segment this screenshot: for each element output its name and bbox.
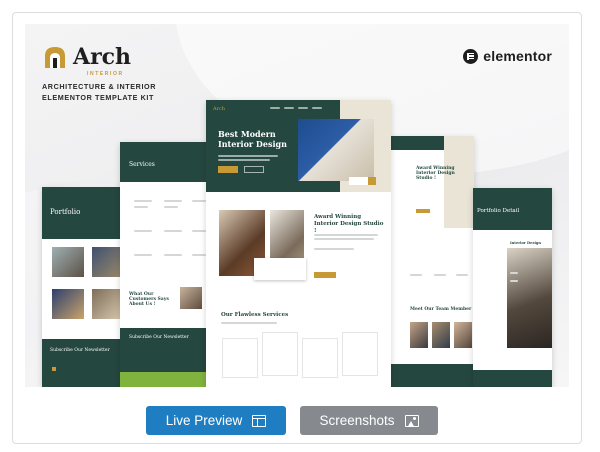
services-testimonial-title: What Our Customers Says About Us ! — [129, 292, 169, 307]
home-services-title: Our Flawless Services — [221, 312, 289, 318]
portfolio-page-screenshot: Portfolio Subscribe Our Newsletter — [42, 187, 124, 387]
layout-icon — [252, 414, 267, 427]
image-icon — [404, 414, 419, 427]
elementor-icon — [463, 48, 479, 64]
home-award-title: Award Winning Interior Design Studio ! — [314, 214, 384, 234]
about-team-title: Meet Our Team Member — [410, 307, 472, 312]
template-preview-banner[interactable]: Arch INTERIOR ARCHITECTURE & INTERIOR EL… — [25, 24, 569, 387]
brand-subname: INTERIOR — [87, 71, 124, 77]
services-newsletter: Subscribe Our Newsletter — [129, 335, 189, 340]
elementor-logo: elementor — [463, 48, 552, 64]
live-preview-label: Live Preview — [165, 413, 243, 428]
portfolio-newsletter: Subscribe Our Newsletter — [50, 348, 110, 353]
brand-tagline-line: ELEMENTOR TEMPLATE KIT — [42, 93, 154, 102]
brand-logo: Arch INTERIOR ARCHITECTURE & INTERIOR EL… — [42, 44, 156, 103]
portfolio-detail-title: Portfolio Detail — [477, 208, 520, 214]
brand-name: Arch — [73, 44, 132, 70]
portfolio-detail-screenshot: Portfolio Detail Interior Design Project… — [473, 188, 552, 387]
home-logo: Arch — [213, 106, 226, 112]
portfolio-page-title: Portfolio — [50, 208, 81, 216]
about-page-screenshot: Award Winning Interior Design Studio ! M… — [390, 136, 474, 387]
live-preview-button[interactable]: Live Preview — [146, 406, 286, 435]
about-page-title: Award Winning Interior Design Studio ! — [416, 166, 455, 181]
screenshots-button[interactable]: Screenshots — [300, 406, 438, 435]
arch-logo-icon — [42, 44, 69, 70]
brand-tagline: ARCHITECTURE & INTERIOR ELEMENTOR TEMPLA… — [42, 81, 156, 103]
elementor-wordmark: elementor — [483, 48, 552, 64]
home-hero-title: Best Modern Interior Design — [218, 129, 287, 149]
home-page-screenshot: Arch Best Modern Interior Design Award W… — [206, 100, 391, 387]
brand-tagline-line: ARCHITECTURE & INTERIOR — [42, 82, 157, 91]
services-page-title: Services — [129, 161, 155, 168]
screenshots-label: Screenshots — [319, 413, 395, 428]
services-page-screenshot: Services What Our Customers Says About U… — [120, 142, 213, 387]
